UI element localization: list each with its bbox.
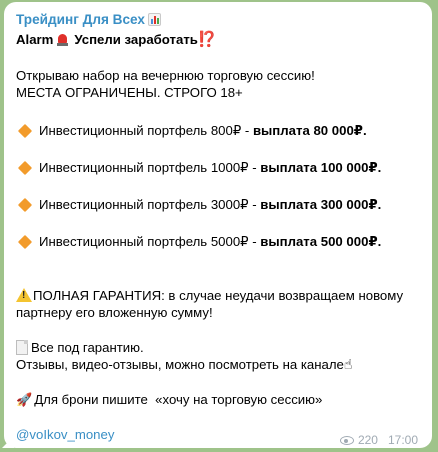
message-headline: Alarm Успели заработать ⁉️	[16, 30, 422, 49]
portfolio-label: Инвестиционный портфель 3000₽ -	[39, 197, 261, 212]
portfolio-item: Инвестиционный портфель 800₽ - выплата 8…	[16, 121, 422, 140]
portfolio-label: Инвестиционный портфель 800₽ -	[39, 123, 253, 138]
portfolio-label: Инвестиционный портфель 1000₽ -	[39, 160, 261, 175]
exclamation-question-icon: ⁉️	[197, 31, 217, 48]
under-guarantee-text: Все под гарантию.	[16, 339, 422, 356]
rocket-icon: 🚀	[16, 392, 33, 407]
channel-title[interactable]: Трейдинг Для Всех	[16, 11, 145, 28]
portfolio-payout: выплата 80 000₽.	[252, 123, 367, 138]
warning-icon	[16, 288, 32, 302]
contact-link[interactable]: @voIkov_money	[16, 426, 114, 443]
message-meta: 220 17:00	[339, 432, 418, 449]
orange-diamond-icon	[17, 234, 33, 249]
portfolio-item: Инвестиционный портфель 3000₽ - выплата …	[16, 195, 422, 214]
headline-prefix: Alarm	[16, 32, 54, 47]
portfolio-payout: выплата 500 000₽.	[260, 234, 382, 249]
under-guarantee-body: Все под гарантию.	[31, 340, 144, 355]
orange-diamond-icon	[17, 160, 33, 175]
pointing-hand-icon: ☝	[343, 356, 353, 372]
view-count: 220	[357, 433, 378, 447]
portfolio-item: Инвестиционный портфель 5000₽ - выплата …	[16, 232, 422, 251]
orange-diamond-icon	[17, 123, 33, 138]
portfolio-payout: выплата 100 000₽.	[260, 160, 382, 175]
portfolio-label: Инвестиционный портфель 5000₽ -	[39, 234, 261, 249]
message-time: 17:00	[387, 433, 418, 447]
message-bubble: Трейдинг Для Всех Alarm Успели заработат…	[2, 2, 432, 449]
bar-chart-icon	[148, 13, 161, 26]
reviews-body: Отзывы, видео-отзывы, можно посмотреть н…	[16, 357, 344, 372]
bubble-tail	[2, 436, 14, 448]
guarantee-body: ПОЛНАЯ ГАРАНТИЯ: в случае неудачи возвра…	[16, 288, 404, 320]
booking-body: Для брони пишите «хочу на торговую сесси…	[34, 392, 323, 407]
portfolio-payout: выплата 300 000₽.	[260, 197, 382, 212]
booking-text: 🚀 Для брони пишите «хочу на торговую сесс…	[16, 391, 422, 408]
intro-text: Открываю набор на вечернюю торговую сесс…	[16, 68, 315, 100]
portfolio-item: Инвестиционный портфель 1000₽ - выплата …	[16, 158, 422, 177]
orange-diamond-icon	[17, 197, 33, 212]
eye-icon	[339, 436, 354, 445]
channel-name[interactable]: Трейдинг Для Всех	[16, 10, 422, 29]
reviews-text: Отзывы, видео-отзывы, можно посмотреть н…	[16, 356, 422, 373]
siren-icon	[57, 33, 69, 46]
page-icon	[16, 340, 28, 355]
guarantee-text: ПОЛНАЯ ГАРАНТИЯ: в случае неудачи возвра…	[16, 287, 406, 321]
headline-text: Успели заработать	[74, 32, 198, 47]
